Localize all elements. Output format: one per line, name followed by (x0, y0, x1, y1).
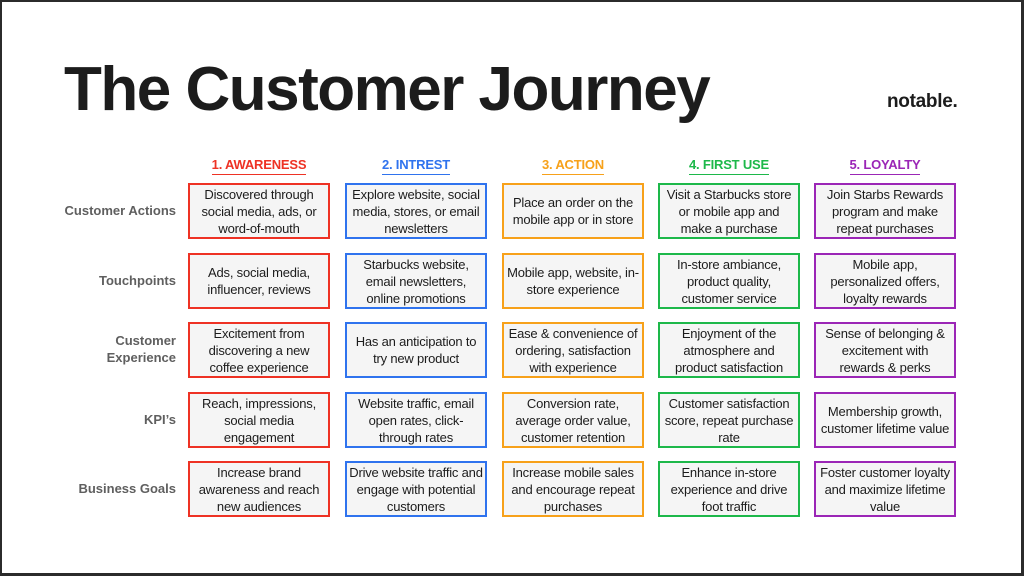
journey-cell-action: Conversion rate, average order value, cu… (502, 392, 644, 448)
cell-text: Mobile app, personalized offers, loyalty… (830, 256, 940, 306)
stage-header-label: 2. INTREST (381, 157, 450, 175)
row-label-business-goals: Business Goals (78, 480, 176, 496)
journey-cell-first-use: Enjoyment of the atmosphere and product … (658, 322, 800, 378)
journey-cell-first-use: In-store ambiance, product quality, cust… (658, 253, 800, 309)
journey-cell-loyalty: Foster customer loyalty and maximize lif… (814, 461, 956, 517)
cell-text: Drive website traffic and engage with po… (349, 464, 483, 514)
row-label-customer-actions: Customer Actions (64, 202, 176, 218)
cell-text: Sense of belonging & excitement with rew… (825, 325, 945, 375)
cell-text: Excitement from discovering a new coffee… (208, 325, 310, 375)
stage-header-awareness: 1. AWARENESS (186, 157, 332, 175)
stage-header-loyalty: 5. LOYALTY (812, 157, 958, 175)
cell-text: Has an anticipation to try new product (355, 334, 477, 366)
journey-cell-awareness: Excitement from discovering a new coffee… (188, 322, 330, 378)
cell-text: Membership growth, customer lifetime val… (820, 404, 950, 436)
cell-text: Increase brand awareness and reach new a… (198, 464, 320, 514)
journey-cell-awareness: Discovered through social media, ads, or… (188, 183, 330, 239)
journey-cell-loyalty: Sense of belonging & excitement with rew… (814, 322, 956, 378)
cell-text: Foster customer loyalty and maximize lif… (820, 464, 950, 514)
stage-header-first-use: 4. FIRST USE (656, 157, 802, 175)
cell-text: Enjoyment of the atmosphere and product … (674, 325, 783, 375)
cell-text: Place an order on the mobile app or in s… (512, 195, 634, 227)
slide: The Customer Journey notable. 1. AWARENE… (2, 2, 1021, 573)
journey-cell-interest: Starbucks website, email newsletters, on… (345, 253, 487, 309)
stage-header-interest: 2. INTREST (343, 157, 489, 175)
stage-header-label: 1. AWARENESS (211, 157, 307, 175)
row-label-customer-experience: Customer Experience (106, 333, 176, 365)
cell-text: Discovered through social media, ads, or… (201, 186, 317, 236)
cell-text: Join Starbs Rewards program and make rep… (826, 186, 944, 236)
cell-text: Visit a Starbucks store or mobile app an… (666, 186, 792, 236)
journey-cell-first-use: Customer satisfaction score, repeat purc… (658, 392, 800, 448)
cell-text: Enhance in-store experience and drive fo… (670, 464, 788, 514)
journey-cell-awareness: Reach, impressions, social media engagem… (188, 392, 330, 448)
row-label-kpi-s: KPI’s (143, 411, 176, 427)
cell-text: Ads, social media, influencer, reviews (207, 265, 311, 297)
stage-header-label: 5. LOYALTY (849, 157, 921, 175)
journey-cell-awareness: Increase brand awareness and reach new a… (188, 461, 330, 517)
notable-logo: notable. (887, 91, 958, 112)
stage-header-label: 3. ACTION (541, 157, 604, 175)
cell-text: Explore website, social media, stores, o… (352, 186, 480, 236)
journey-cell-action: Mobile app, website, in-store experience (502, 253, 644, 309)
journey-cell-interest: Drive website traffic and engage with po… (345, 461, 487, 517)
cell-text: Customer satisfaction score, repeat purc… (664, 395, 794, 445)
journey-cell-loyalty: Membership growth, customer lifetime val… (814, 392, 956, 448)
cell-text: In-store ambiance, product quality, cust… (676, 256, 782, 306)
cell-text: Starbucks website, email newsletters, on… (363, 256, 469, 306)
cell-text: Conversion rate, average order value, cu… (515, 395, 631, 445)
stage-header-label: 4. FIRST USE (689, 157, 769, 175)
cell-text: Increase mobile sales and encourage repe… (511, 464, 635, 514)
page-title: The Customer Journey (64, 55, 711, 124)
journey-cell-interest: Has an anticipation to try new product (345, 322, 487, 378)
journey-cell-awareness: Ads, social media, influencer, reviews (188, 253, 330, 309)
cell-text: Mobile app, website, in-store experience (507, 265, 639, 297)
journey-cell-first-use: Enhance in-store experience and drive fo… (658, 461, 800, 517)
journey-cell-action: Increase mobile sales and encourage repe… (502, 461, 644, 517)
cell-text: Website traffic, email open rates, click… (358, 395, 474, 445)
journey-cell-loyalty: Mobile app, personalized offers, loyalty… (814, 253, 956, 309)
row-label-touchpoints: Touchpoints (98, 272, 176, 288)
cell-text: Ease & convenience of ordering, satisfac… (508, 325, 638, 375)
journey-cell-interest: Website traffic, email open rates, click… (345, 392, 487, 448)
journey-cell-interest: Explore website, social media, stores, o… (345, 183, 487, 239)
journey-cell-action: Place an order on the mobile app or in s… (502, 183, 644, 239)
stage-header-action: 3. ACTION (500, 157, 646, 175)
journey-cell-action: Ease & convenience of ordering, satisfac… (502, 322, 644, 378)
cell-text: Reach, impressions, social media engagem… (202, 395, 316, 445)
journey-cell-first-use: Visit a Starbucks store or mobile app an… (658, 183, 800, 239)
journey-cell-loyalty: Join Starbs Rewards program and make rep… (814, 183, 956, 239)
